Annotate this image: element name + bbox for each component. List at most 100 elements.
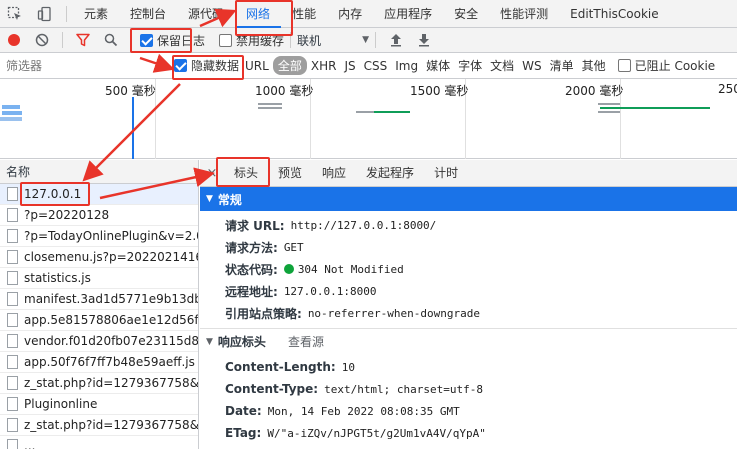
header-row: Content-Length: 10: [200, 356, 737, 378]
type-filter-10[interactable]: 其他: [578, 57, 610, 74]
preserve-log-label: 保留日志: [157, 33, 206, 48]
general-section-header[interactable]: ▼ 常规: [200, 187, 737, 211]
request-row[interactable]: app.50f76f7ff7b48e59aeff.js: [0, 352, 198, 373]
panel-tab-4[interactable]: 性能: [281, 0, 327, 28]
detail-tab-3[interactable]: 发起程序: [356, 160, 424, 187]
request-row[interactable]: manifest.3ad1d5771e9b13dbd...: [0, 289, 198, 310]
clear-icon[interactable]: [28, 28, 56, 53]
panel-tab-5[interactable]: 内存: [327, 0, 373, 28]
header-key: 引用站点策略:: [225, 306, 302, 321]
blocked-cookies-check[interactable]: [617, 59, 631, 72]
request-row[interactable]: ?p=TodayOnlinePlugin&v=2.0.4: [0, 226, 198, 247]
panel-tab-2[interactable]: 源代码: [177, 0, 235, 28]
request-row[interactable]: Pluginonline: [0, 394, 198, 415]
response-headers-title: 响应标头: [217, 335, 266, 349]
request-row[interactable]: z_stat.php?id=1279367758&w...: [0, 415, 198, 436]
header-key: Date:: [225, 404, 262, 418]
detail-tab-1[interactable]: 预览: [268, 160, 312, 187]
throttle-value: 联机: [297, 33, 322, 48]
filter-icon[interactable]: [69, 28, 97, 53]
panel-tab-3[interactable]: 网络: [235, 0, 282, 28]
file-icon: [7, 397, 18, 411]
header-row: 状态代码: 304 Not Modified: [200, 258, 737, 280]
request-row[interactable]: 127.0.0.1: [0, 184, 198, 205]
request-row[interactable]: closemenu.js?p=2022021416: [0, 247, 198, 268]
view-source-link[interactable]: 查看源: [288, 333, 324, 350]
waterfall-bar: [600, 107, 710, 109]
type-filter-4[interactable]: Img: [391, 59, 422, 73]
hide-data-urls-check[interactable]: [174, 59, 187, 72]
request-row[interactable]: ?p=20220128: [0, 205, 198, 226]
type-filter-3[interactable]: CSS: [360, 59, 392, 73]
triangle-down-icon: ▼: [206, 194, 213, 204]
filter-bar: 隐藏数据 URL 全部XHRJSCSSImg媒体字体文档WS清单其他 已阻止 C…: [0, 53, 737, 79]
type-filter-8[interactable]: WS: [518, 59, 545, 73]
panel-tab-9[interactable]: EditThisCookie: [559, 0, 670, 28]
preserve-log-check[interactable]: [140, 33, 153, 47]
filter-input[interactable]: [0, 55, 162, 76]
request-row[interactable]: statistics.js: [0, 268, 198, 289]
disable-cache-checkbox[interactable]: 禁用缓存: [219, 32, 284, 49]
detail-tab-0[interactable]: 标头: [224, 160, 269, 187]
request-name: app.50f76f7ff7b48e59aeff.js: [24, 355, 195, 369]
name-column-header[interactable]: 名称: [0, 160, 198, 184]
record-icon[interactable]: [0, 28, 28, 53]
toolbar-divider: [375, 32, 377, 48]
header-value: Mon, 14 Feb 2022 08:08:35 GMT: [267, 404, 460, 418]
panel-tab-0[interactable]: 元素: [73, 0, 119, 28]
request-name: 127.0.0.1: [24, 187, 82, 201]
type-filter-9[interactable]: 清单: [546, 57, 578, 74]
inspect-element-icon[interactable]: [0, 0, 30, 28]
search-icon[interactable]: [97, 28, 125, 53]
panel-tab-1[interactable]: 控制台: [119, 0, 177, 28]
header-key: 远程地址:: [225, 284, 278, 299]
panel-tab-8[interactable]: 性能评测: [489, 0, 559, 28]
header-key: Content-Type:: [225, 382, 319, 396]
header-value: http://127.0.0.1:8000/: [290, 218, 437, 232]
preserve-log-checkbox[interactable]: 保留日志: [140, 32, 205, 49]
resource-type-filters: 全部 XHR JS CSS Img 媒体 字体 文档 WS 清单 其他: [272, 56, 610, 75]
type-filter-2[interactable]: JS: [340, 59, 359, 73]
header-value: 304 Not Modified: [297, 262, 404, 276]
export-har-icon[interactable]: [410, 28, 438, 53]
type-filter-6[interactable]: 字体: [454, 57, 486, 74]
file-icon: [7, 208, 18, 222]
import-har-icon[interactable]: [382, 28, 410, 53]
toolbar-divider: [66, 5, 67, 22]
timeline-tick: 250: [718, 82, 737, 96]
type-filter-5[interactable]: 媒体: [422, 57, 454, 74]
request-row[interactable]: ...: [0, 436, 198, 449]
header-row: 请求 URL: http://127.0.0.1:8000/: [200, 214, 737, 236]
header-row: 引用站点策略: no-referrer-when-downgrade: [200, 302, 737, 324]
request-row[interactable]: vendor.f01d20fb07e23115d87...: [0, 331, 198, 352]
close-icon[interactable]: ×: [200, 166, 224, 181]
hide-data-urls-checkbox[interactable]: 隐藏数据: [174, 57, 239, 74]
throttle-select[interactable]: 联机 ▼: [297, 32, 369, 49]
timeline-tick: 1000 毫秒: [255, 84, 314, 98]
file-icon: [7, 418, 18, 432]
detail-tab-4[interactable]: 计时: [424, 160, 468, 187]
request-list: 名称 127.0.0.1 ?p=20220128 ?p=TodayOnlinePlu…: [0, 160, 199, 449]
type-filter-7[interactable]: 文档: [486, 57, 518, 74]
type-filter-1[interactable]: XHR: [307, 59, 341, 73]
disable-cache-label: 禁用缓存: [236, 33, 285, 48]
request-name: ?p=20220128: [24, 208, 110, 222]
file-icon: [7, 229, 18, 243]
blocked-cookies-checkbox[interactable]: 已阻止 Cookie: [617, 57, 715, 74]
panel-tab-6[interactable]: 应用程序: [373, 0, 443, 28]
disable-cache-check[interactable]: [219, 33, 233, 47]
waterfall-bar: [2, 111, 22, 115]
request-row[interactable]: app.5e81578806ae1e12d56f6...: [0, 310, 198, 331]
timeline-overview[interactable]: 500 毫秒 1000 毫秒 1500 毫秒 2000 毫秒 250: [0, 79, 737, 159]
file-icon: [7, 355, 18, 369]
timeline-tick: 2000 毫秒: [565, 84, 624, 98]
response-headers-section-header[interactable]: ▼ 响应标头 查看源: [200, 328, 737, 354]
panel-tab-7[interactable]: 安全: [443, 0, 489, 28]
file-icon: [7, 376, 18, 390]
detail-tabs: × 标头 预览 响应 发起程序 计时: [200, 160, 737, 187]
detail-tab-2[interactable]: 响应: [312, 160, 356, 187]
request-rows: 127.0.0.1 ?p=20220128 ?p=TodayOnlinePlugin…: [0, 184, 198, 449]
type-filter-0[interactable]: 全部: [272, 56, 307, 75]
request-row[interactable]: z_stat.php?id=1279367758&w...: [0, 373, 198, 394]
device-toolbar-icon[interactable]: [30, 0, 60, 28]
